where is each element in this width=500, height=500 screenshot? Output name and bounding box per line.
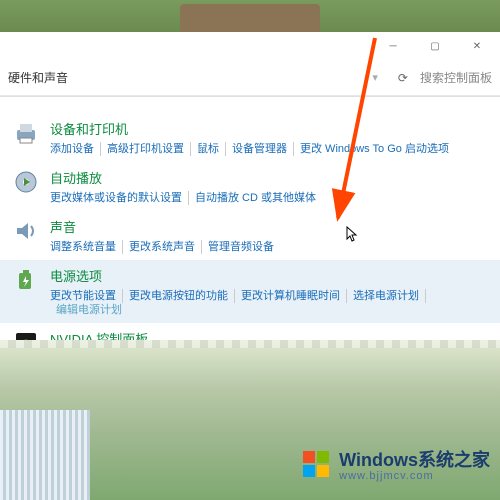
link-add-device[interactable]: 添加设备	[50, 142, 101, 156]
breadcrumb[interactable]: 硬件和声音	[8, 69, 68, 86]
link-energy-saving[interactable]: 更改节能设置	[50, 289, 123, 303]
printer-icon	[12, 119, 40, 147]
toolbar: 硬件和声音 ▾ ⟳ 搜索控制面板	[0, 60, 500, 96]
category-title[interactable]: 电源选项	[50, 266, 488, 285]
link-autoplay-cd[interactable]: 自动播放 CD 或其他媒体	[189, 191, 322, 205]
link-select-plan[interactable]: 选择电源计划	[347, 289, 426, 303]
category-links: 更改媒体或设备的默认设置 自动播放 CD 或其他媒体	[50, 191, 488, 205]
category-power: 电源选项 更改节能设置 更改电源按钮的功能 更改计算机睡眠时间 选择电源计划 编…	[0, 260, 500, 323]
category-devices: 设备和打印机 添加设备 高级打印机设置 鼠标 设备管理器 更改 Windows …	[0, 113, 500, 162]
link-sleep-time[interactable]: 更改计算机睡眠时间	[235, 289, 347, 303]
search-placeholder: 搜索控制面板	[420, 69, 492, 86]
search-box[interactable]: 搜索控制面板	[420, 69, 492, 86]
window-chrome: ─ ▢ ✕ 硬件和声音 ▾ ⟳ 搜索控制面板	[0, 32, 500, 97]
link-device-manager[interactable]: 设备管理器	[226, 142, 294, 156]
watermark-text: Windows系统之家	[339, 446, 490, 472]
autoplay-icon	[12, 168, 40, 196]
category-autoplay: 自动播放 更改媒体或设备的默认设置 自动播放 CD 或其他媒体	[0, 162, 500, 211]
close-button[interactable]: ✕	[462, 36, 492, 56]
category-links: 更改节能设置 更改电源按钮的功能 更改计算机睡眠时间 选择电源计划 编辑电源计划	[50, 289, 488, 317]
maximize-button[interactable]: ▢	[420, 36, 450, 56]
windows-logo-icon	[301, 449, 331, 479]
dropdown-chevron-icon[interactable]: ▾	[372, 71, 378, 84]
waterfall-decoration	[0, 410, 90, 500]
watermark: Windows系统之家 www.bjjmcv.com	[301, 446, 490, 482]
category-links: 调整系统音量 更改系统声音 管理音频设备	[50, 240, 488, 254]
category-title[interactable]: 设备和打印机	[50, 119, 488, 138]
nav-buttons: ▾	[372, 71, 378, 84]
category-sound: 声音 调整系统音量 更改系统声音 管理音频设备	[0, 211, 500, 260]
link-mouse[interactable]: 鼠标	[191, 142, 226, 156]
category-title[interactable]: 自动播放	[50, 168, 488, 187]
desktop-wallpaper-strip	[0, 0, 500, 32]
power-icon	[12, 266, 40, 294]
link-power-button[interactable]: 更改电源按钮的功能	[123, 289, 235, 303]
link-default-media[interactable]: 更改媒体或设备的默认设置	[50, 191, 189, 205]
category-title[interactable]: 声音	[50, 217, 488, 236]
link-audio-devices[interactable]: 管理音频设备	[202, 240, 280, 254]
sound-icon	[12, 217, 40, 245]
link-system-sounds[interactable]: 更改系统声音	[123, 240, 202, 254]
link-windows-to-go[interactable]: 更改 Windows To Go 启动选项	[294, 142, 455, 156]
category-links: 添加设备 高级打印机设置 鼠标 设备管理器 更改 Windows To Go 启…	[50, 142, 488, 156]
link-volume[interactable]: 调整系统音量	[50, 240, 123, 254]
minimize-button[interactable]: ─	[378, 36, 408, 56]
link-printer-settings[interactable]: 高级打印机设置	[101, 142, 191, 156]
refresh-icon[interactable]: ⟳	[398, 71, 408, 85]
title-bar: ─ ▢ ✕	[0, 32, 500, 60]
link-edit-plan[interactable]: 编辑电源计划	[50, 303, 128, 317]
